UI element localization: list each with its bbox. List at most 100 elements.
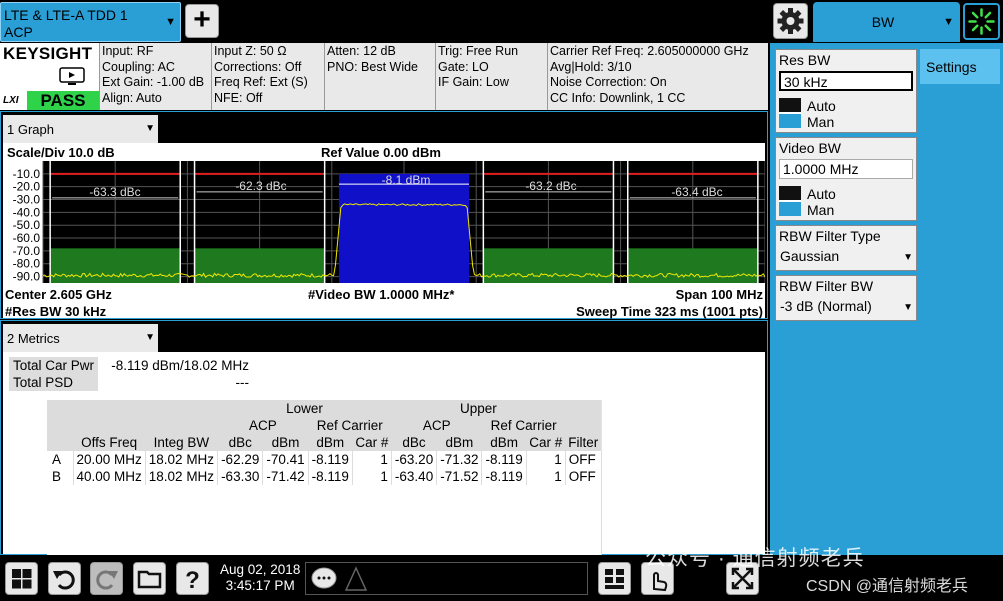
center-freq-label: Center 2.605 GHz — [5, 287, 112, 302]
toggle-man-state — [779, 201, 801, 216]
table-cell: 1 — [352, 451, 392, 468]
settings-tab-label: Settings — [926, 59, 977, 75]
gear-icon — [777, 8, 804, 34]
video-bw-man-label: Man — [807, 202, 835, 218]
add-screen-button[interactable]: + — [185, 4, 219, 38]
y-axis-ticks: -10.0 -20.0 -30.0 -40.0 -50.0 -60.0 -70.… — [13, 167, 41, 284]
gear-button[interactable] — [773, 3, 808, 39]
res-bw-auto-man-toggle[interactable] — [779, 98, 801, 128]
res-bw-control[interactable]: Res BW 30 kHz Auto Man — [775, 49, 917, 133]
rbw-filter-bw-control[interactable]: RBW Filter BW -3 dB (Normal) ▼ — [775, 275, 917, 321]
metrics-window[interactable]: 2 Metrics ▼ Total Car Pwr -8.119 dBm/18.… — [0, 320, 768, 555]
trigger-setting: Trig: Free Run — [438, 44, 519, 58]
grid-layout-icon — [605, 569, 624, 589]
table-cell: -71.52 — [436, 468, 483, 485]
spectrum-plot[interactable]: -10.0 -20.0 -30.0 -40.0 -50.0 -60.0 -70.… — [3, 161, 765, 285]
adjacent-limit-mask — [627, 248, 758, 283]
mode-selector[interactable]: LTE & LTE-A TDD 1 ACP ▼ — [0, 2, 181, 42]
video-bw-label: #Video BW 1.0000 MHz* — [308, 287, 455, 302]
toggle-auto-state — [779, 186, 801, 201]
divider — [324, 43, 325, 110]
input-setting: Input: RF — [102, 44, 154, 58]
corrections-setting: Corrections: Off — [214, 59, 302, 74]
windows-start-button[interactable] — [5, 562, 38, 595]
noise-correction-setting: Noise Correction: On — [550, 75, 667, 89]
toggle-divider — [779, 112, 801, 114]
column-header: Integ BW — [145, 434, 218, 451]
table-cell: B — [47, 468, 74, 485]
cc-info-setting: CC Info: Downlink, 1 CC — [550, 90, 686, 105]
rbw-filter-type-value[interactable]: Gaussian — [780, 248, 839, 264]
table-cell: -8.119 — [481, 468, 527, 485]
upper-a-dbc-label: -63.2 dBc — [525, 179, 576, 193]
table-cell: 1 — [526, 451, 566, 468]
undo-icon — [53, 570, 75, 590]
redo-button[interactable] — [90, 562, 123, 595]
undo-button[interactable] — [48, 562, 81, 595]
video-bw-auto-label: Auto — [807, 186, 836, 202]
nfe-setting: NFE: Off — [214, 90, 263, 105]
table-row-empty — [47, 485, 602, 555]
if-gain-setting: IF Gain: Low — [438, 75, 509, 89]
carrier-settings: Carrier Ref Freq: 2.605000000 GHz Avg|Ho… — [550, 44, 749, 106]
acp-results-table: Lower Upper ACP Ref Carrier ACP Ref Carr… — [47, 400, 602, 555]
pass-status-badge: PASS — [27, 91, 99, 110]
table-header-blank — [565, 400, 602, 417]
attenuation-settings: Atten: 12 dB PNO: Best Wide — [327, 44, 418, 75]
column-header: Car # — [526, 434, 566, 451]
table-cell: OFF — [565, 468, 602, 485]
adjacent-limit-mask — [194, 248, 325, 283]
screen-layout-button[interactable] — [598, 562, 631, 595]
metrics-tab-label: 2 Metrics — [7, 331, 60, 346]
lower-header: Lower — [217, 400, 392, 417]
help-button[interactable]: ? — [176, 562, 209, 595]
upper-b-dbc-label: -63.4 dBc — [671, 185, 722, 199]
rbw-filter-bw-value[interactable]: -3 dB (Normal) — [780, 298, 872, 314]
table-header-blank — [565, 417, 602, 434]
input-settings: Input: RF Coupling: AC Ext Gain: -1.00 d… — [102, 44, 204, 106]
table-cell: -63.20 — [391, 451, 438, 468]
table-row: Total Car Pwr -8.119 dBm/18.02 MHz — [9, 357, 254, 374]
settings-info-bar[interactable]: KEYSIGHT LXI PASS Input: RF Coupling: AC… — [0, 43, 768, 110]
graph-window-selector[interactable]: 1 Graph ▼ — [3, 115, 158, 143]
spectrum-display[interactable]: Scale/Div 10.0 dB Ref Value 0.00 dBm -10… — [3, 143, 765, 319]
video-bw-control[interactable]: Video BW 1.0000 MHz Auto Man — [775, 137, 917, 221]
activity-indicator-button[interactable] — [963, 3, 1000, 40]
table-cell: 40.00 MHz — [73, 468, 146, 485]
menu-label: BW — [871, 14, 895, 30]
table-cell: -70.41 — [262, 451, 309, 468]
carrier-band — [338, 173, 470, 283]
chevron-down-icon: ▼ — [903, 252, 913, 263]
settings-tab[interactable]: Settings — [920, 49, 1000, 84]
upper-ref-carrier-header: Ref Carrier — [481, 417, 566, 434]
total-car-pwr-label: Total Car Pwr — [13, 358, 95, 373]
divider — [211, 43, 212, 110]
metrics-window-selector[interactable]: 2 Metrics ▼ — [3, 324, 158, 352]
input-z-setting: Input Z: 50 Ω — [214, 44, 287, 58]
empty-cell — [47, 485, 602, 555]
video-bw-input[interactable]: 1.0000 MHz — [779, 159, 913, 179]
menu-selector-bw[interactable]: BW ▼ — [813, 2, 960, 42]
gate-setting: Gate: LO — [438, 59, 489, 74]
toggle-auto-state — [779, 98, 801, 113]
adjacent-limit-mask — [483, 248, 614, 283]
table-cell: -71.32 — [436, 451, 483, 468]
graph-window[interactable]: 1 Graph ▼ Scale/Div 10.0 dB Ref Value 0.… — [0, 111, 768, 319]
svg-text:?: ? — [185, 567, 200, 594]
column-header: Car # — [352, 434, 392, 451]
table-column-headers: Offs Freq Integ BW dBc dBm dBm Car # dBc dBm dBm… — [47, 434, 602, 451]
file-button[interactable] — [133, 562, 166, 595]
carrier-ref-freq-setting: Carrier Ref Freq: 2.605000000 GHz — [550, 44, 749, 58]
res-bw-input[interactable]: 30 kHz — [779, 71, 913, 91]
video-bw-auto-man-toggle[interactable] — [779, 186, 801, 216]
trigger-settings: Trig: Free Run Gate: LO IF Gain: Low — [438, 44, 518, 91]
rbw-filter-type-control[interactable]: RBW Filter Type Gaussian ▼ — [775, 225, 917, 271]
table-cell: -8.119 — [308, 468, 353, 485]
column-header: dBm — [262, 434, 309, 451]
table-row: B 40.00 MHz 18.02 MHz -63.30 -71.42 -8.119 1 -6… — [47, 468, 602, 485]
time-label: 3:45:17 PM — [225, 578, 295, 593]
upper-header: Upper — [391, 400, 566, 417]
rbw-filter-bw-title: RBW Filter BW — [779, 278, 874, 294]
message-bar[interactable] — [305, 562, 588, 595]
table-row: Total PSD --- — [9, 374, 254, 391]
